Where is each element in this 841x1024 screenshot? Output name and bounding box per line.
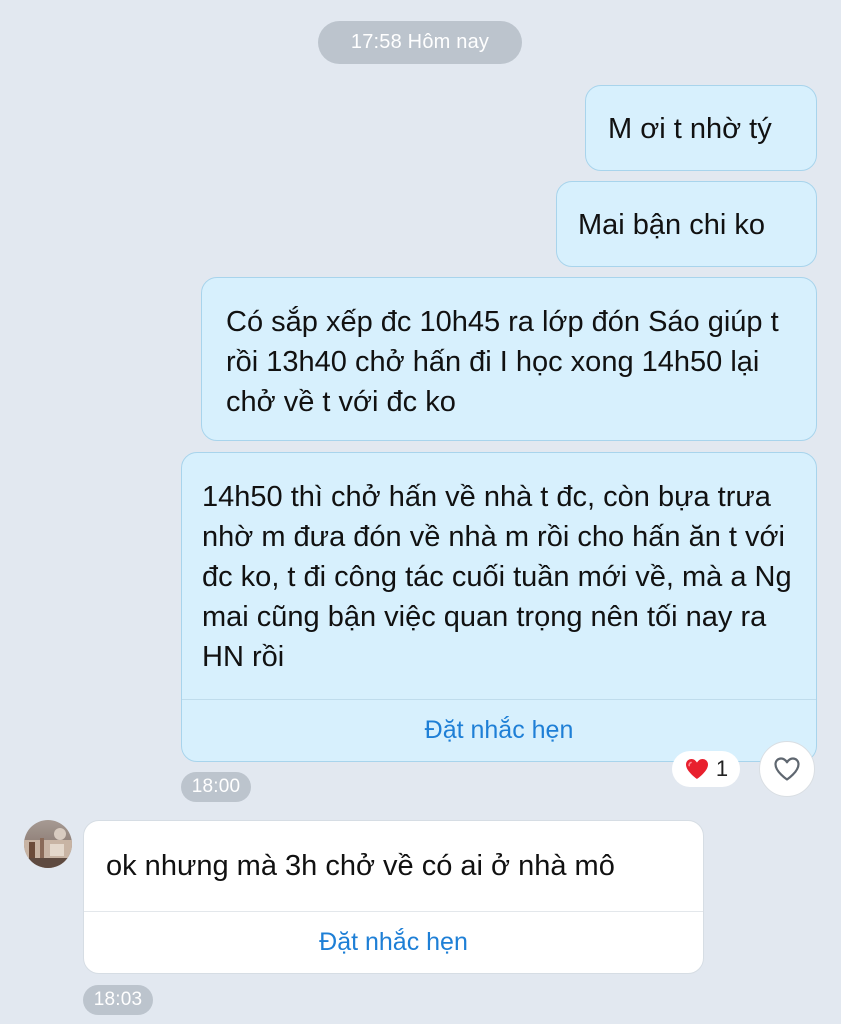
message-bubble-sent[interactable]: Mai bận chi ko: [556, 181, 817, 267]
set-reminder-button[interactable]: Đặt nhắc hẹn: [84, 912, 703, 972]
timestamp-label: 18:00: [191, 776, 241, 797]
message-text: Có sắp xếp đc 10h45 ra lớp đón Sáo giúp …: [226, 306, 779, 418]
message-bubble-received[interactable]: ok nhưng mà 3h chở về có ai ở nhà mô Đặt…: [83, 820, 704, 974]
react-button[interactable]: [759, 741, 815, 797]
message-bubble-sent[interactable]: M ơi t nhờ tý: [585, 85, 817, 171]
message-text: M ơi t nhờ tý: [608, 113, 772, 145]
set-reminder-label: Đặt nhắc hẹn: [424, 716, 574, 744]
heart-outline-icon: [773, 756, 801, 782]
date-separator-label: 17:58 Hôm nay: [350, 31, 490, 53]
avatar[interactable]: [24, 820, 72, 868]
message-bubble-sent[interactable]: 14h50 thì chở hấn về nhà t đc, còn bựa t…: [181, 452, 817, 762]
message-text: Mai bận chi ko: [578, 209, 765, 241]
heart-icon: [684, 757, 710, 781]
message-text: 14h50 thì chở hấn về nhà t đc, còn bựa t…: [202, 481, 792, 673]
timestamp-label: 18:03: [93, 989, 143, 1010]
message-bubble-sent[interactable]: Có sắp xếp đc 10h45 ra lớp đón Sáo giúp …: [201, 277, 817, 441]
message-text: ok nhưng mà 3h chở về có ai ở nhà mô: [106, 850, 615, 882]
message-timestamp: 18:03: [83, 985, 153, 1015]
set-reminder-label: Đặt nhắc hẹn: [319, 928, 468, 956]
reaction-count: 1: [715, 756, 729, 781]
reaction-badge[interactable]: 1: [672, 751, 740, 787]
message-timestamp: 18:00: [181, 772, 251, 802]
date-separator: 17:58 Hôm nay: [318, 21, 522, 64]
